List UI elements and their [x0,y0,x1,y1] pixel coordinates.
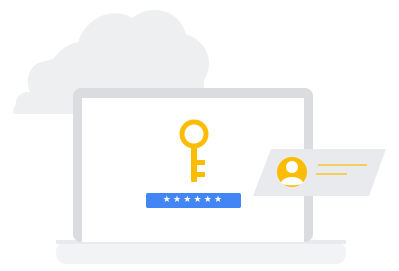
laptop-base [56,240,346,264]
profile-card-icon [253,149,386,196]
avatar-icon [277,157,307,187]
password-mask-text: ★★★★★★ [162,195,225,205]
login-illustration: ★★★★★★ [0,0,399,271]
illustration-canvas [13,10,386,264]
